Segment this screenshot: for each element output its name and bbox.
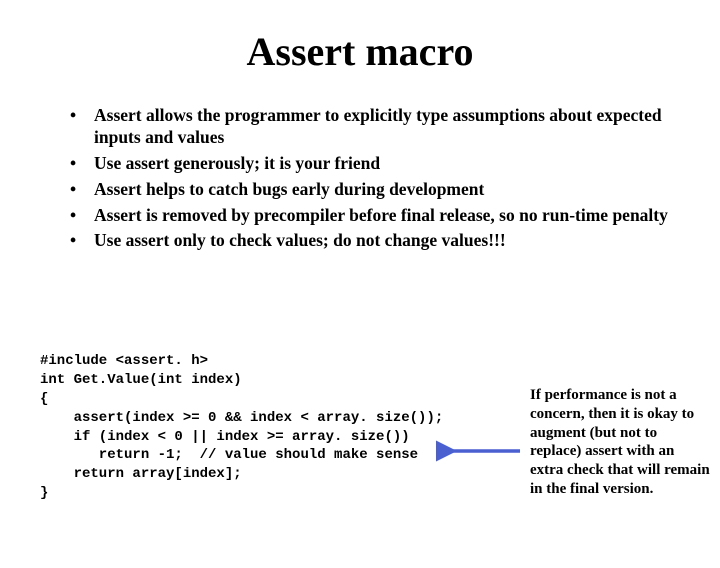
code-line: { — [40, 391, 48, 407]
list-item: Use assert generously; it is your friend — [66, 153, 670, 175]
code-line: return array[index]; — [40, 466, 242, 482]
bullet-list: Assert allows the programmer to explicit… — [66, 105, 670, 252]
slide: Assert macro Assert allows the programme… — [0, 28, 720, 568]
arrow-left-icon — [436, 440, 522, 462]
code-line: int Get.Value(int index) — [40, 372, 242, 388]
code-line: #include <assert. h> — [40, 353, 208, 369]
list-item: Assert allows the programmer to explicit… — [66, 105, 670, 149]
list-item: Assert is removed by precompiler before … — [66, 205, 670, 227]
list-item: Assert helps to catch bugs early during … — [66, 179, 670, 201]
side-note: If performance is not a concern, then it… — [530, 386, 710, 499]
code-line: return -1; // value should make sense — [40, 447, 418, 463]
code-line: if (index < 0 || index >= array. size()) — [40, 429, 410, 445]
code-line: assert(index >= 0 && index < array. size… — [40, 410, 443, 426]
code-line: } — [40, 485, 48, 501]
page-title: Assert macro — [0, 28, 720, 75]
list-item: Use assert only to check values; do not … — [66, 230, 670, 252]
code-block: #include <assert. h> int Get.Value(int i… — [40, 352, 480, 503]
